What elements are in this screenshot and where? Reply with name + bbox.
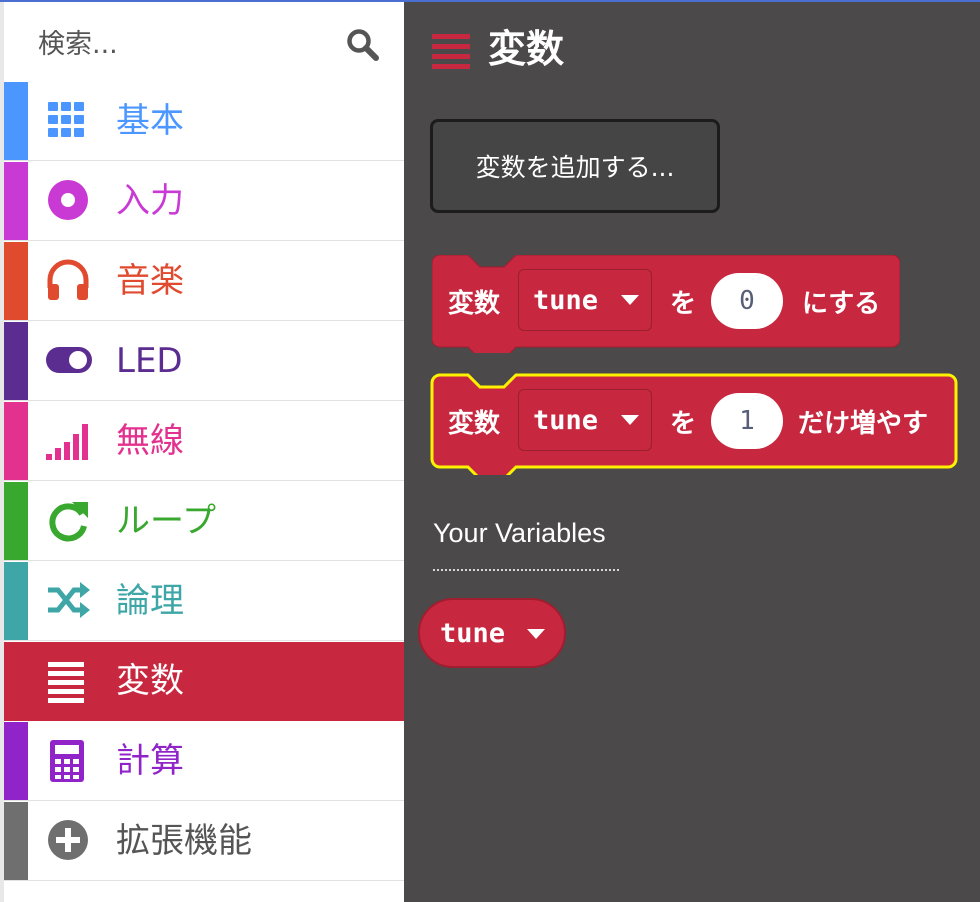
category-music[interactable]: 音楽	[4, 242, 404, 321]
category-input[interactable]: 入力	[4, 162, 404, 241]
caret-down-icon	[621, 295, 639, 305]
category-color-stripe	[4, 402, 28, 480]
headphones-icon	[47, 259, 89, 300]
category-extensions[interactable]: 拡張機能	[4, 802, 404, 881]
search-input[interactable]	[38, 24, 318, 64]
value-input[interactable]: 1	[711, 393, 783, 449]
category-color-stripe	[4, 722, 28, 800]
category-color-stripe	[4, 562, 28, 640]
variable-dropdown-value: tune	[533, 284, 599, 316]
variable-reporter-block[interactable]: tune	[418, 598, 566, 668]
plus-circle-icon	[48, 820, 88, 860]
signal-bars-icon	[46, 424, 88, 460]
category-label: 音楽	[116, 261, 184, 301]
heading-divider	[433, 569, 619, 571]
list-lines-icon	[432, 34, 470, 69]
set-variable-block[interactable]: 変数 tune を 0 にする	[432, 255, 900, 353]
refresh-icon	[49, 502, 88, 542]
blocks-flyout: 変数 変数を追加する... 変数 tune を 0 にする 変数 tune を	[404, 2, 980, 902]
list-lines-icon	[48, 662, 84, 703]
flyout-title: 変数	[488, 27, 565, 71]
toggle-icon	[46, 347, 92, 373]
category-radio[interactable]: 無線	[4, 402, 404, 481]
category-led[interactable]: LED	[4, 322, 404, 401]
block-label-to: を	[670, 288, 697, 319]
calculator-icon	[50, 740, 84, 782]
block-label-increase: だけ増やす	[798, 408, 929, 439]
category-basic[interactable]: 基本	[4, 82, 404, 161]
category-label: 論理	[116, 581, 184, 621]
category-label: 拡張機能	[116, 821, 252, 861]
category-loops[interactable]: ループ	[4, 482, 404, 561]
variable-dropdown[interactable]: tune	[518, 269, 652, 331]
category-color-stripe	[4, 802, 28, 880]
block-label-variable: 変数	[448, 408, 501, 439]
grid-icon	[48, 102, 84, 137]
category-logic[interactable]: 論理	[4, 562, 404, 641]
shuffle-icon	[48, 582, 90, 618]
category-color-stripe	[4, 642, 28, 720]
change-variable-block[interactable]: 変数 tune を 1 だけ増やす	[430, 373, 958, 475]
category-label: 計算	[116, 741, 184, 781]
category-color-stripe	[4, 242, 28, 320]
caret-down-icon	[527, 629, 545, 639]
category-label: 変数	[116, 661, 184, 701]
category-color-stripe	[4, 162, 28, 240]
block-label-set: にする	[802, 288, 881, 319]
toolbox: 基本 入力 音楽 LED	[0, 2, 404, 902]
category-label: LED	[116, 341, 183, 381]
add-variable-button[interactable]: 変数を追加する...	[430, 119, 720, 213]
category-color-stripe	[4, 322, 28, 400]
caret-down-icon	[621, 415, 639, 425]
variable-dropdown-value: tune	[533, 404, 599, 436]
category-variables[interactable]: 変数	[4, 642, 404, 721]
record-icon	[48, 180, 88, 220]
category-label: ループ	[116, 501, 216, 541]
category-color-stripe	[4, 82, 28, 160]
category-math[interactable]: 計算	[4, 722, 404, 801]
category-label: 基本	[116, 101, 184, 141]
value-input[interactable]: 0	[711, 273, 783, 329]
category-label: 無線	[116, 421, 184, 461]
search-icon[interactable]	[346, 28, 380, 62]
search-bar	[4, 2, 404, 84]
block-label-variable: 変数	[448, 288, 501, 319]
variable-dropdown[interactable]: tune	[518, 389, 652, 451]
variable-name: tune	[440, 617, 506, 649]
category-color-stripe	[4, 482, 28, 560]
block-label-by: を	[670, 408, 697, 439]
category-label: 入力	[116, 181, 184, 221]
your-variables-heading: Your Variables	[433, 518, 606, 548]
